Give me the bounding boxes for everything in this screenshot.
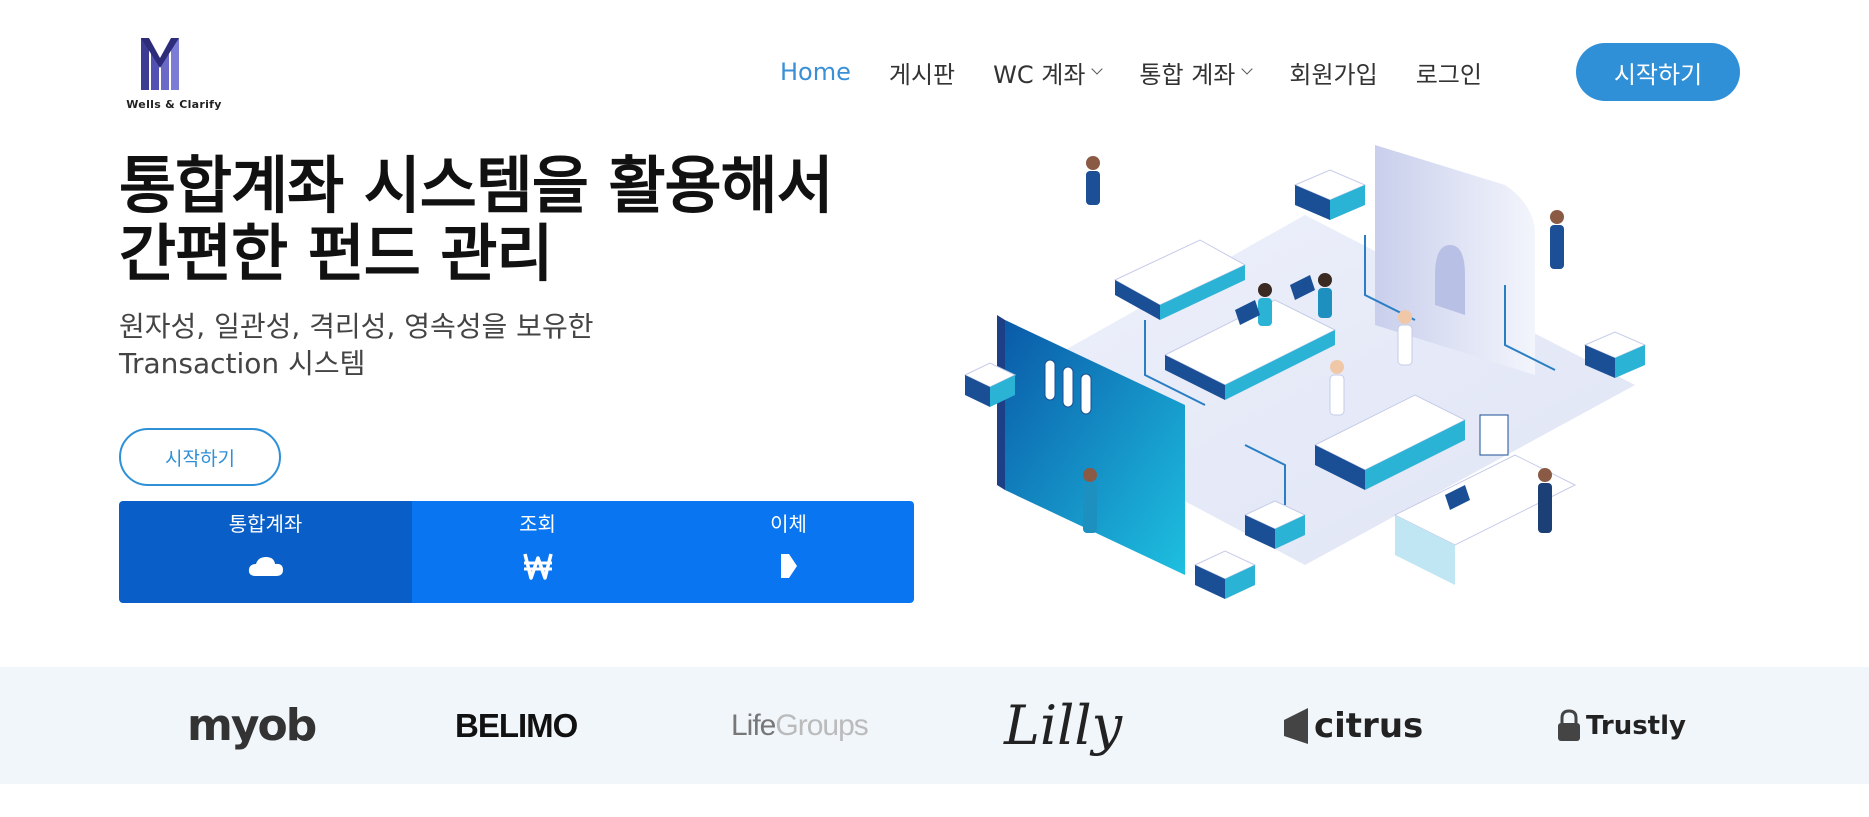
logo-text: Wells & Clarify <box>126 98 222 111</box>
lock-icon <box>1558 708 1580 741</box>
won-icon <box>522 551 553 581</box>
belimo-text: BELIMO <box>455 706 578 744</box>
site-header: Wells & Clarify Home 게시판 WC 계좌 통합 계좌 회원가… <box>0 0 1869 140</box>
hero-title: 통합계좌 시스템을 활용해서 간편한 펀드 관리 <box>119 152 939 288</box>
hero-subtitle-line-1: 원자성, 일관성, 격리성, 영속성을 보유한 <box>119 310 594 343</box>
chevron-down-icon <box>1091 63 1104 75</box>
partner-logo-lifegroups: Life Groups <box>731 667 869 784</box>
nav-home[interactable]: Home <box>780 58 851 86</box>
nav-login[interactable]: 로그인 <box>1416 55 1482 90</box>
hero-subtitle-line-2: Transaction 시스템 <box>119 347 366 380</box>
partner-logo-belimo: BELIMO <box>455 667 578 784</box>
hero-title-line-2: 간편한 펀드 관리 <box>119 217 553 290</box>
tab-label: 이체 <box>770 512 807 536</box>
partner-logo-trustly: Trustly <box>1556 667 1686 784</box>
tab-inquiry[interactable]: 조회 <box>412 501 663 603</box>
chevron-down-icon <box>1241 63 1254 75</box>
logo-mark-icon <box>141 38 179 90</box>
tab-label: 조회 <box>519 512 556 536</box>
citrus-mark-icon <box>1284 707 1308 744</box>
partner-logo-citrus: citrus <box>1282 667 1423 784</box>
nav-signup[interactable]: 회원가입 <box>1289 55 1377 90</box>
feature-tabs: 통합계좌 조회 이체 <box>119 501 914 603</box>
partner-logos-band: myob BELIMO Life Groups Lilly citrus Trus… <box>0 667 1869 784</box>
hero-subtitle: 원자성, 일관성, 격리성, 영속성을 보유한 Transaction 시스템 <box>119 308 819 382</box>
isometric-lab-illustration <box>963 145 1647 599</box>
partner-logo-myob: myob <box>187 700 317 751</box>
nav-integrated-account[interactable]: 통합 계좌 <box>1139 55 1254 90</box>
brand-logo[interactable]: Wells & Clarify <box>119 30 229 120</box>
nav-board[interactable]: 게시판 <box>889 55 955 90</box>
hero-title-line-1: 통합계좌 시스템을 활용해서 <box>119 149 834 222</box>
get-started-button[interactable]: 시작하기 <box>1576 43 1740 101</box>
tab-transfer[interactable]: 이체 <box>663 501 914 603</box>
tab-integrated-account[interactable]: 통합계좌 <box>119 501 412 603</box>
hero-illustration <box>945 145 1665 635</box>
hero-start-button[interactable]: 시작하기 <box>119 428 281 486</box>
lifegroups-life-text: Life <box>731 708 776 742</box>
citrus-text: citrus <box>1314 705 1424 746</box>
tab-label: 통합계좌 <box>228 512 303 536</box>
arrow-right-icon <box>779 551 799 581</box>
trustly-text: Trustly <box>1586 710 1686 741</box>
cloud-icon <box>247 551 285 581</box>
nav-wc-account-label: WC 계좌 <box>993 60 1086 89</box>
nav-integrated-account-label: 통합 계좌 <box>1139 60 1236 89</box>
main-nav: Home 게시판 WC 계좌 통합 계좌 회원가입 로그인 <box>780 44 1520 100</box>
lifegroups-groups-text: Groups <box>775 708 868 742</box>
nav-wc-account[interactable]: WC 계좌 <box>993 55 1104 90</box>
partner-logo-lilly: Lilly <box>1004 694 1123 757</box>
